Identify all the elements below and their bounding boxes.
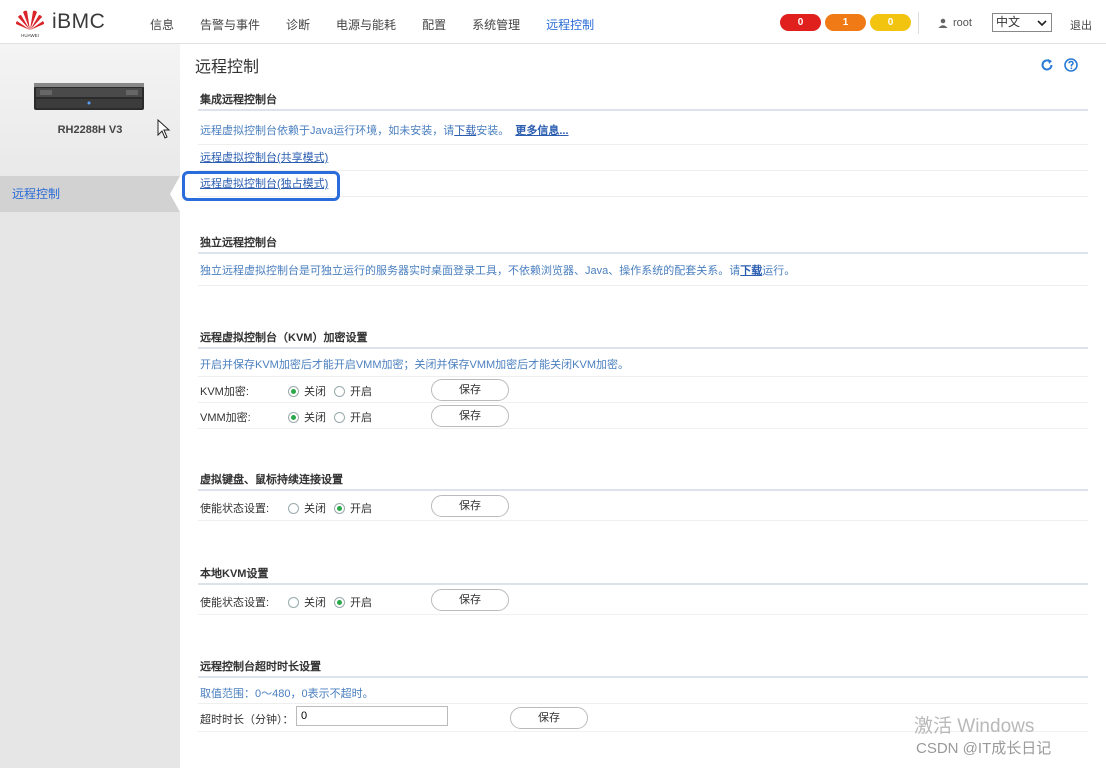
nav-power[interactable]: 电源与能耗 bbox=[336, 16, 396, 33]
username: root bbox=[953, 17, 972, 29]
section-heading: 远程控制台超时时长设置 bbox=[198, 656, 1088, 678]
critical-alarm-badge[interactable]: 0 bbox=[780, 14, 821, 31]
standalone-download-link[interactable]: 下载 bbox=[740, 265, 762, 277]
kvm-encryption-row: KVM加密: 关闭 开启 保存 bbox=[198, 377, 1088, 403]
persistent-enable-label: 使能状态设置: bbox=[200, 503, 270, 515]
nav-remote-control[interactable]: 远程控制 bbox=[546, 16, 594, 33]
brand-title: iBMC bbox=[52, 10, 106, 33]
section-heading: 本地KVM设置 bbox=[198, 563, 1088, 585]
section-heading: 虚拟键盘、鼠标持续连接设置 bbox=[198, 469, 1088, 491]
nav-alarms-events[interactable]: 告警与事件 bbox=[200, 16, 260, 33]
top-bar: HUAWEI iBMC 信息 告警与事件 诊断 电源与能耗 配置 系统管理 远程… bbox=[0, 0, 1106, 44]
local-kvm-save-button[interactable]: 保存 bbox=[431, 589, 509, 611]
csdn-watermark: CSDN @IT成长日记 bbox=[916, 740, 1052, 757]
svg-text:HUAWEI: HUAWEI bbox=[21, 33, 39, 38]
device-panel: RH2288H V3 bbox=[0, 44, 180, 176]
java-requirement-note: 远程虚拟控制台依赖于Java运行环境，如未安装，请下载安装。 更多信息... bbox=[198, 111, 1088, 145]
alarm-summary: 0 1 0 bbox=[780, 14, 915, 31]
local-kvm-row: 使能状态设置: 关闭 开启 保存 bbox=[198, 585, 1088, 615]
huawei-logo-icon: HUAWEI bbox=[14, 8, 46, 38]
exclusive-mode-row: 远程虚拟控制台(独占模式) bbox=[182, 171, 1088, 201]
logout-link[interactable]: 退出 bbox=[1070, 17, 1092, 33]
help-icon[interactable] bbox=[1064, 58, 1078, 72]
timeout-save-button[interactable]: 保存 bbox=[510, 707, 588, 729]
user-icon bbox=[938, 18, 948, 28]
timeout-range-note: 取值范围：0～480，0表示不超时。 bbox=[198, 678, 1088, 704]
vmm-encryption-label: VMM加密: bbox=[200, 412, 251, 424]
vmm-encryption-on-radio[interactable]: 开启 bbox=[334, 409, 372, 425]
kvm-encryption-label: KVM加密: bbox=[200, 386, 249, 398]
language-value: 中文 bbox=[996, 15, 1021, 29]
persistent-save-button[interactable]: 保存 bbox=[431, 495, 509, 517]
kvm-encryption-save-button[interactable]: 保存 bbox=[431, 379, 509, 401]
server-model: RH2288H V3 bbox=[57, 124, 123, 136]
persistent-off-radio[interactable]: 关闭 bbox=[288, 500, 326, 516]
section-heading: 集成远程控制台 bbox=[198, 89, 1088, 111]
kvm-encryption-on-radio[interactable]: 开启 bbox=[334, 383, 372, 399]
page-title: 远程控制 bbox=[195, 59, 260, 76]
local-kvm-off-radio[interactable]: 关闭 bbox=[288, 594, 326, 610]
main-content: 远程控制 集成远程控制台 远程虚拟控制台依赖于Java运行环境，如未安装，请下载… bbox=[180, 44, 1106, 768]
vmm-encryption-off-radio[interactable]: 关闭 bbox=[288, 409, 326, 425]
vmm-encryption-save-button[interactable]: 保存 bbox=[431, 405, 509, 427]
persistent-on-radio[interactable]: 开启 bbox=[334, 500, 372, 516]
refresh-icon[interactable] bbox=[1040, 58, 1054, 72]
section-standalone-console: 独立远程控制台 独立远程虚拟控制台是可独立运行的服务器实时桌面登录工具，不依赖浏… bbox=[198, 232, 1088, 286]
standalone-note-text: 独立远程虚拟控制台是可独立运行的服务器实时桌面登录工具，不依赖浏览器、Java、… bbox=[200, 265, 741, 277]
major-alarm-badge[interactable]: 1 bbox=[825, 14, 866, 31]
section-local-kvm: 本地KVM设置 使能状态设置: 关闭 开启 保存 bbox=[198, 563, 1088, 615]
minor-alarm-badge[interactable]: 0 bbox=[870, 14, 911, 31]
language-select[interactable]: 中文 bbox=[992, 13, 1052, 32]
standalone-note-suffix: 运行。 bbox=[762, 265, 796, 277]
server-image bbox=[34, 83, 144, 110]
java-note-text: 远程虚拟控制台依赖于Java运行环境，如未安装，请 bbox=[200, 125, 455, 137]
sidebar: RH2288H V3 远程控制 bbox=[0, 44, 180, 768]
highlight-box bbox=[182, 171, 340, 201]
user-info: root bbox=[938, 17, 972, 29]
header-divider bbox=[918, 12, 919, 34]
section-persistent-connection: 虚拟键盘、鼠标持续连接设置 使能状态设置: 关闭 开启 保存 bbox=[198, 469, 1088, 521]
section-kvm-encryption: 远程虚拟控制台（KVM）加密设置 开启并保存KVM加密后才能开启VMM加密；关闭… bbox=[198, 327, 1088, 429]
nav-info[interactable]: 信息 bbox=[150, 16, 174, 33]
shared-mode-row: 远程虚拟控制台(共享模式) bbox=[198, 145, 1088, 171]
nav-config[interactable]: 配置 bbox=[422, 16, 446, 33]
timeout-input[interactable] bbox=[296, 706, 448, 726]
more-info-link[interactable]: 更多信息... bbox=[515, 125, 568, 137]
section-integrated-console: 集成远程控制台 远程虚拟控制台依赖于Java运行环境，如未安装，请下载安装。 更… bbox=[182, 89, 1088, 201]
vmm-encryption-row: VMM加密: 关闭 开启 保存 bbox=[198, 403, 1088, 429]
section-heading: 独立远程控制台 bbox=[198, 232, 1088, 254]
sidebar-item-remote-control[interactable]: 远程控制 bbox=[0, 176, 180, 212]
timeout-label: 超时时长（分钟）： bbox=[200, 714, 294, 726]
mouse-cursor-icon bbox=[157, 119, 171, 139]
java-download-link[interactable]: 下载 bbox=[454, 125, 476, 137]
standalone-note: 独立远程虚拟控制台是可独立运行的服务器实时桌面登录工具，不依赖浏览器、Java、… bbox=[198, 254, 1088, 286]
sidebar-active-arrow bbox=[170, 176, 180, 212]
kvm-encryption-off-radio[interactable]: 关闭 bbox=[288, 383, 326, 399]
section-heading: 远程虚拟控制台（KVM）加密设置 bbox=[198, 327, 1088, 349]
nav-diagnostics[interactable]: 诊断 bbox=[286, 16, 310, 33]
main-nav: 信息 告警与事件 诊断 电源与能耗 配置 系统管理 远程控制 bbox=[150, 16, 620, 33]
java-note-suffix: 安装。 bbox=[476, 125, 510, 137]
shared-mode-console-link[interactable]: 远程虚拟控制台(共享模式) bbox=[200, 152, 328, 164]
persistent-connection-row: 使能状态设置: 关闭 开启 保存 bbox=[198, 491, 1088, 521]
kvm-encryption-note: 开启并保存KVM加密后才能开启VMM加密；关闭并保存VMM加密后才能关闭KVM加… bbox=[198, 349, 1088, 377]
chevron-down-icon bbox=[1037, 20, 1047, 27]
nav-system[interactable]: 系统管理 bbox=[472, 16, 520, 33]
activate-windows-watermark: 激活 Windows bbox=[914, 716, 1035, 737]
local-kvm-on-radio[interactable]: 开启 bbox=[334, 594, 372, 610]
local-kvm-enable-label: 使能状态设置: bbox=[200, 597, 270, 609]
